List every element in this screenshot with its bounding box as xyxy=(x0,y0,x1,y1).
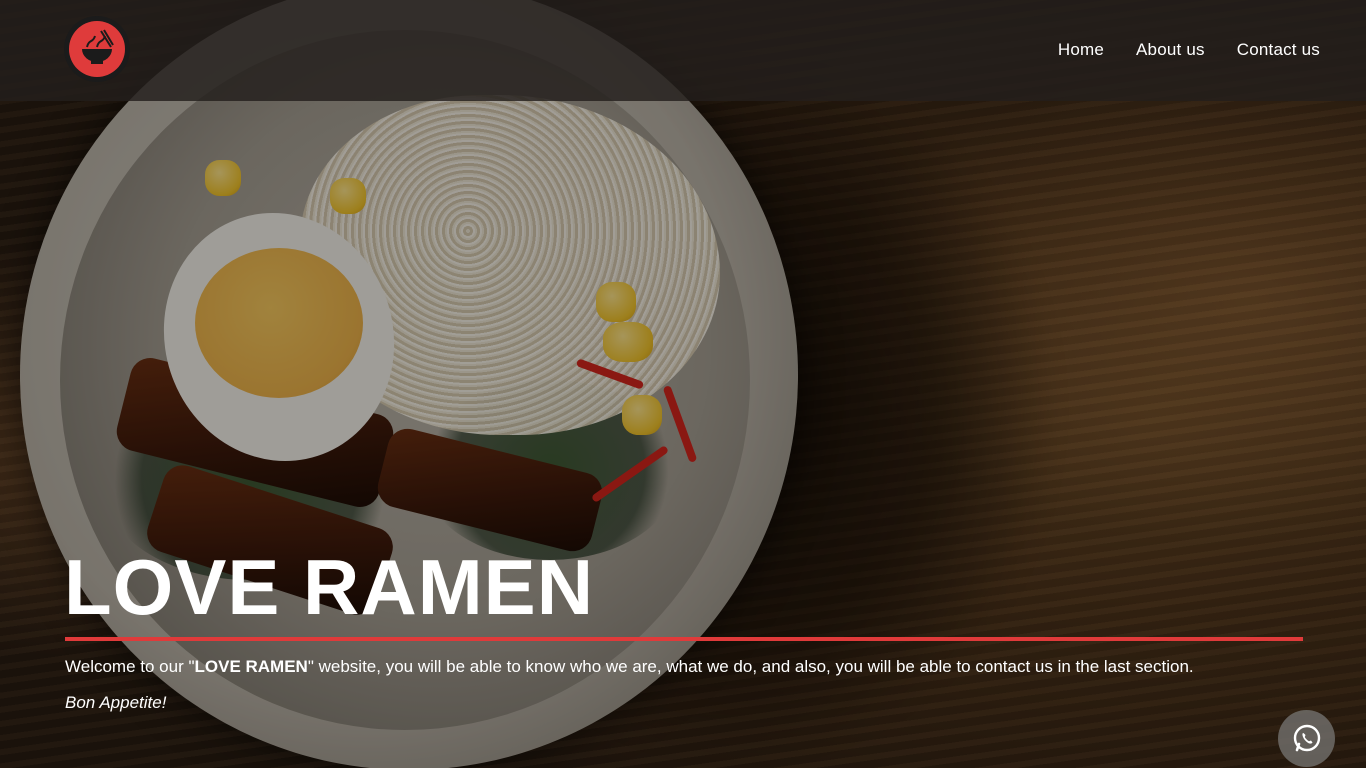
nav-home[interactable]: Home xyxy=(1058,40,1104,60)
site-header: Home About us Contact us xyxy=(0,0,1366,101)
welcome-prefix: Welcome to our " xyxy=(65,657,195,676)
welcome-brand: LOVE RAMEN xyxy=(194,657,308,676)
whatsapp-button[interactable] xyxy=(1278,710,1335,767)
ramen-bowl-logo-icon xyxy=(69,21,125,77)
hero-title: LOVE RAMEN xyxy=(64,543,595,631)
logo[interactable] xyxy=(64,16,130,82)
nav-contact-us[interactable]: Contact us xyxy=(1237,40,1320,60)
whatsapp-icon xyxy=(1293,724,1320,751)
welcome-text: Welcome to our "LOVE RAMEN" website, you… xyxy=(65,657,1194,677)
signoff-text: Bon Appetite! xyxy=(65,693,167,712)
hero-divider xyxy=(65,637,1303,641)
main-nav: Home About us Contact us xyxy=(1058,40,1320,60)
nav-about-us[interactable]: About us xyxy=(1136,40,1205,60)
page: Home About us Contact us LOVE RAMEN Welc… xyxy=(0,0,1366,768)
welcome-suffix: " website, you will be able to know who … xyxy=(307,657,1194,676)
dark-overlay xyxy=(0,0,1366,768)
